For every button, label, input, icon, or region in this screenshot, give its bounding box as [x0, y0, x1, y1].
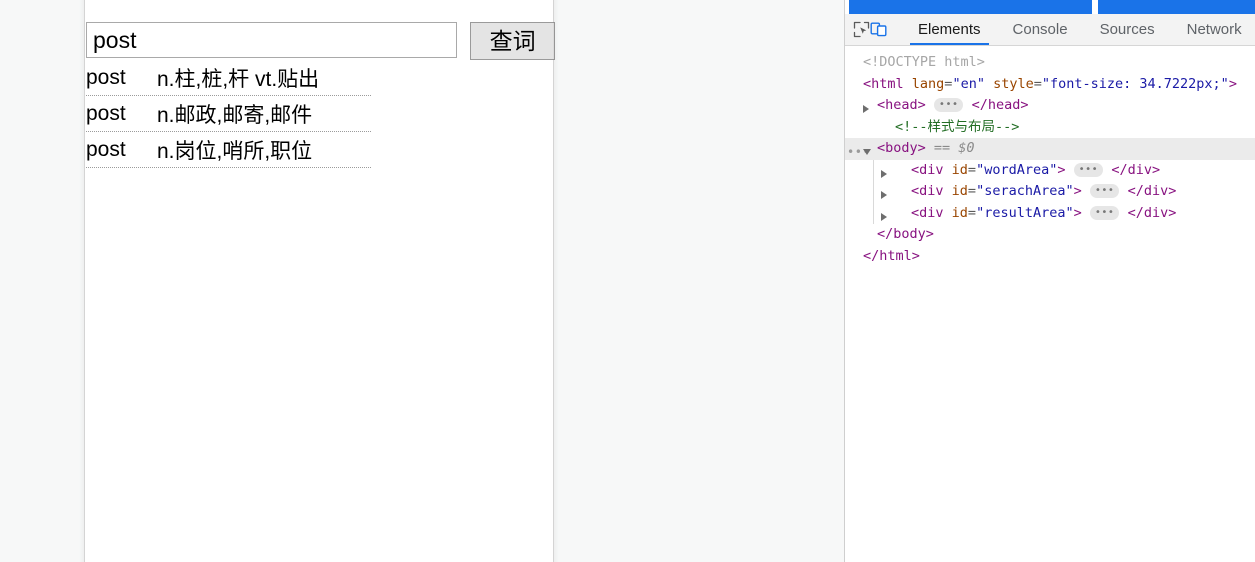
- screen-root: 查词 post n.柱,桩,杆 vt.贴出 post n.邮政,邮寄,邮件 po…: [0, 0, 1255, 562]
- browser-tab[interactable]: [1098, 0, 1255, 14]
- tab-sources[interactable]: Sources: [1084, 14, 1171, 45]
- html-lang-attr-value: "en": [952, 75, 985, 92]
- resultarea-open-tag: <div: [911, 204, 944, 221]
- devtools-panel: Elements Console Sources Network <!DOCTY…: [845, 0, 1255, 562]
- head-open-tag: <head>: [877, 97, 926, 113]
- seracharea-id-attr-value: "serachArea": [976, 183, 1074, 199]
- device-toolbar-icon[interactable]: [870, 17, 888, 43]
- html-close-bracket: >: [1228, 75, 1237, 92]
- body-close-tag: </body>: [877, 226, 934, 242]
- expand-head-dots-button[interactable]: •••: [933, 98, 964, 112]
- wordarea-id-attr-name: id: [951, 161, 968, 178]
- dom-tree: <!DOCTYPE html> <html lang="en" style="f…: [845, 46, 1255, 267]
- html-lang-attr-name: lang: [911, 75, 945, 92]
- word-search-input[interactable]: [86, 22, 458, 58]
- tree-guide-line: [873, 202, 874, 224]
- page-viewport: 查词 post n.柱,桩,杆 vt.贴出 post n.邮政,邮寄,邮件 po…: [0, 0, 845, 562]
- expand-seracharea-dots-button[interactable]: •••: [1089, 184, 1120, 198]
- serach-area: 查词: [86, 22, 555, 60]
- seracharea-close-tag: </div>: [1127, 183, 1177, 199]
- seracharea-close-bracket: >: [1073, 183, 1082, 199]
- tree-guide-line: [873, 181, 874, 203]
- result-meaning: n.柱,桩,杆 vt.贴出: [157, 67, 320, 91]
- dom-line-comment: <!--样式与布局-->: [845, 117, 1255, 139]
- wordarea-open-tag: <div: [911, 161, 944, 178]
- tree-guide-line: [873, 159, 874, 181]
- resultarea-close-bracket: >: [1073, 204, 1082, 221]
- dom-line-div-seracharea[interactable]: <div id="serachArea"> ••• </div>: [845, 181, 1255, 203]
- browser-tab[interactable]: [849, 0, 1092, 14]
- dom-line-html-close: </html>: [845, 246, 1255, 268]
- doctype-text: <!DOCTYPE html>: [863, 54, 985, 70]
- inspect-element-icon[interactable]: [853, 17, 870, 43]
- result-word: post: [86, 137, 126, 161]
- body-open-tag: <body>: [877, 140, 926, 156]
- query-word-button[interactable]: 查词: [470, 22, 555, 60]
- dom-line-body-close: </body>: [845, 224, 1255, 246]
- expand-resultarea-dots-button[interactable]: •••: [1089, 205, 1120, 220]
- html-close-tag: </html>: [863, 247, 920, 264]
- resultarea-close-tag: </div>: [1127, 204, 1177, 221]
- result-meaning: n.岗位,哨所,职位: [157, 139, 313, 163]
- expand-wordarea-dots-button[interactable]: •••: [1073, 162, 1104, 177]
- seracharea-id-attr-name: id: [951, 183, 968, 199]
- result-meaning: n.邮政,邮寄,邮件: [157, 103, 313, 127]
- dom-line-html-open[interactable]: <html lang="en" style="font-size: 34.722…: [845, 74, 1255, 96]
- html-style-attr-name: style: [993, 75, 1034, 92]
- seracharea-open-tag: <div: [911, 183, 944, 199]
- wordarea-close-tag: </div>: [1111, 161, 1161, 178]
- tab-console[interactable]: Console: [997, 14, 1084, 45]
- dom-line-body[interactable]: ••• <body> == $0: [845, 138, 1255, 160]
- result-row[interactable]: post n.柱,桩,杆 vt.贴出: [86, 60, 371, 96]
- html-open-tag: <html: [863, 75, 904, 92]
- head-close-tag: </head>: [971, 97, 1029, 113]
- resultarea-id-attr-value: "resultArea": [976, 204, 1074, 221]
- resultarea-id-attr-name: id: [951, 204, 968, 221]
- result-word: post: [86, 65, 126, 89]
- result-word: post: [86, 101, 126, 125]
- result-row[interactable]: post n.邮政,邮寄,邮件: [86, 96, 371, 132]
- browser-tab-strip: [845, 0, 1255, 14]
- tab-elements[interactable]: Elements: [902, 14, 997, 45]
- html-style-attr-value: "font-size: 34.7222px;": [1041, 75, 1229, 92]
- dom-line-doctype: <!DOCTYPE html>: [845, 52, 1255, 74]
- dom-line-head[interactable]: <head> ••• </head>: [845, 95, 1255, 117]
- wordarea-close-bracket: >: [1057, 161, 1066, 178]
- wordarea-id-attr-value: "wordArea": [976, 161, 1058, 178]
- dom-line-div-resultarea[interactable]: <div id="resultArea"> ••• </div>: [845, 202, 1255, 224]
- tab-network[interactable]: Network: [1171, 14, 1255, 45]
- result-area: post n.柱,桩,杆 vt.贴出 post n.邮政,邮寄,邮件 post …: [86, 60, 555, 168]
- dom-line-div-wordarea[interactable]: <div id="wordArea"> ••• </div>: [845, 159, 1255, 181]
- result-row[interactable]: post n.岗位,哨所,职位: [86, 132, 371, 168]
- layout-comment-text: <!--样式与布局-->: [895, 118, 1020, 135]
- devtools-tab-list: Elements Console Sources Network: [902, 14, 1255, 45]
- devtools-toolbar: Elements Console Sources Network: [845, 14, 1255, 46]
- body-selected-ref: == $0: [933, 140, 975, 156]
- page-canvas: 查词 post n.柱,桩,杆 vt.贴出 post n.邮政,邮寄,邮件 po…: [79, 0, 559, 562]
